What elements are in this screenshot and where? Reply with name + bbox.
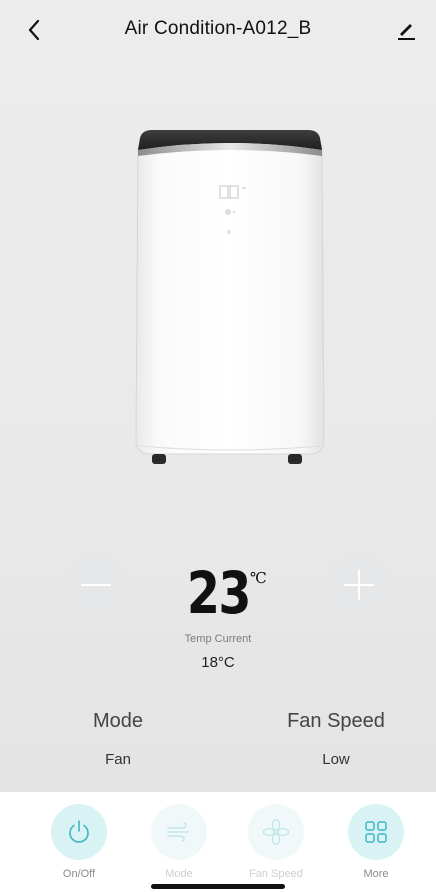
on-off-label: On/Off — [62, 868, 96, 880]
more-circle — [348, 804, 404, 860]
fan-speed-circle — [248, 804, 304, 860]
mode-button[interactable]: Mode — [139, 804, 219, 880]
on-off-circle — [51, 804, 107, 860]
fan-speed-title: Fan Speed — [287, 710, 385, 732]
home-indicator[interactable] — [151, 884, 285, 889]
fan-speed-value: Low — [322, 751, 350, 768]
fan-icon — [263, 819, 289, 845]
current-temp-value: 18°C — [201, 654, 235, 671]
increase-temp-button[interactable] — [329, 555, 389, 615]
more-button[interactable]: More — [336, 804, 416, 880]
mode-value: Fan — [105, 751, 131, 768]
mode-status: Mode Fan — [38, 710, 198, 768]
plus-icon — [344, 570, 374, 600]
on-off-button[interactable]: On/Off — [39, 804, 119, 880]
minus-icon — [81, 584, 111, 586]
mode-title: Mode — [92, 710, 144, 732]
bottom-control-bar: On/Off Mode Fan Speed More — [0, 792, 436, 892]
fan-speed-status: Fan Speed Low — [256, 710, 416, 768]
current-temp-label: Temp Current — [184, 633, 252, 645]
fan-speed-label: Fan Speed — [249, 868, 303, 880]
set-temperature: 23 ℃ — [168, 563, 268, 623]
more-label: More — [363, 868, 389, 880]
wind-icon — [167, 822, 189, 842]
fan-speed-button[interactable]: Fan Speed — [236, 804, 316, 880]
air-conditioner-image — [135, 130, 325, 464]
page-title: Air Condition-A012_B — [124, 18, 312, 39]
mode-circle — [151, 804, 207, 860]
power-icon — [69, 820, 89, 843]
set-temperature-value: 23 — [186, 559, 252, 627]
decrease-temp-button[interactable] — [66, 555, 126, 615]
pencil-icon — [398, 24, 415, 40]
header: Air Condition-A012_B — [0, 0, 436, 62]
device-control-screen: Air Condition-A012_B 23 ℃ Temp Current 1… — [0, 0, 436, 892]
grid-icon — [365, 821, 387, 843]
temperature-unit: ℃ — [250, 569, 267, 587]
edit-button[interactable] — [392, 16, 420, 44]
mode-label: Mode — [165, 868, 193, 880]
